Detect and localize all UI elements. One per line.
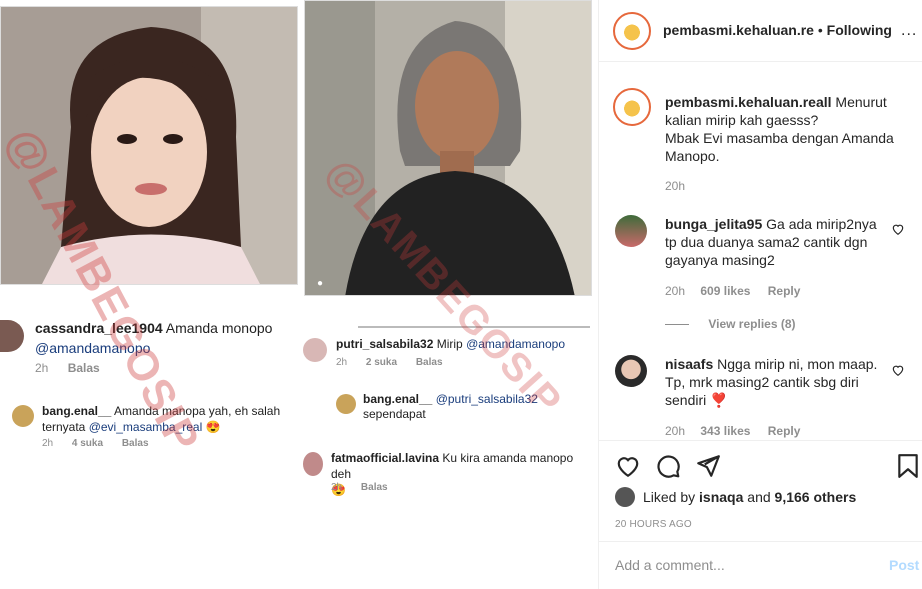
comment-text: Mirip	[436, 337, 463, 351]
author-username[interactable]: pembasmi.kehaluan.re	[663, 22, 814, 38]
comment-reply: Balas	[415, 357, 443, 368]
comment-likes[interactable]: 609 likes	[700, 284, 750, 298]
comment-mention: @amandamanopo	[466, 337, 565, 351]
comment-text-3: sendiri ❣️	[665, 392, 728, 408]
comment-likes: 2 suka	[365, 357, 398, 368]
comment-likes[interactable]: 343 likes	[700, 424, 750, 438]
right-comment-2: bang.enal__ @putri_salsabila32 sependapa…	[363, 392, 538, 422]
comment-item: nisaafs Ngga mirip ni, mon maap. Tp, mrk…	[665, 355, 885, 409]
left-comment-2-meta: 2h 4 suka Balas	[42, 438, 165, 449]
comment-input[interactable]	[615, 557, 855, 573]
caption-text-1: Menurut	[835, 94, 887, 110]
comment-mention: @evi_masamba_real	[88, 420, 203, 434]
comments-list[interactable]: pembasmi.kehaluan.reall Menurut kalian m…	[599, 62, 922, 440]
header-line: pembasmi.kehaluan.re • Following	[663, 22, 892, 38]
comment-likes: 4 suka	[71, 438, 104, 449]
divider-line	[358, 326, 590, 328]
comment-avatar	[12, 405, 34, 427]
left-comment-2: bang.enal__ Amanda manopa yah, eh salah …	[42, 403, 292, 435]
comment-username[interactable]: bunga_jelita95	[665, 216, 762, 232]
comment-username: bang.enal__	[363, 392, 433, 406]
comment-reply: Balas	[360, 482, 388, 493]
comment-time: 2h	[35, 361, 49, 375]
comment-username: cassandra_lee1904	[35, 320, 163, 336]
comment-item: bunga_jelita95 Ga ada mirip2nya tp dua d…	[665, 215, 885, 269]
share-icon[interactable]	[695, 453, 721, 479]
photo-amanda	[0, 6, 298, 285]
reply-button[interactable]: Reply	[768, 284, 801, 298]
comment-reply: Balas	[121, 438, 149, 449]
comment-username[interactable]: nisaafs	[665, 356, 713, 372]
comment-text-2: Tp, mrk masing2 cantik sbg diri	[665, 374, 859, 390]
caption: pembasmi.kehaluan.reall Menurut kalian m…	[665, 93, 915, 165]
comment-text: Amanda monopo	[165, 320, 273, 336]
comment-time: 2h	[331, 482, 343, 493]
comment-text-2: tp dua duanya sama2 cantik dgn	[665, 234, 868, 250]
likes-prefix: Liked by	[643, 489, 696, 505]
post-actions: Liked by isnaqa and 9,166 others 20 HOUR…	[599, 440, 922, 541]
caption-time[interactable]: 20h	[665, 179, 685, 193]
user-tag-icon[interactable]: ●	[317, 279, 327, 289]
commenter-avatar[interactable]	[615, 215, 647, 247]
add-comment-bar: Post	[599, 541, 922, 589]
author-avatar[interactable]	[613, 12, 651, 50]
comment-meta: 20h 343 likes Reply	[665, 424, 800, 438]
comment-avatar	[0, 320, 24, 352]
comment-username: putri_salsabila32	[336, 337, 434, 351]
post-sidebar: pembasmi.kehaluan.re • Following ... pem…	[598, 0, 922, 589]
view-replies-line	[665, 324, 689, 326]
liker-username[interactable]: isnaqa	[699, 489, 743, 505]
instagram-post-view: ● cassandra_lee1904 Amanda monopo @amand…	[0, 0, 922, 589]
likes-and: and	[747, 489, 771, 505]
heart-icon[interactable]	[615, 453, 641, 479]
comment-meta: 20h 609 likes Reply	[665, 284, 800, 298]
likes-others[interactable]: 9,166 others	[775, 489, 857, 505]
commenter-avatar[interactable]	[615, 355, 647, 387]
right-comment-1: putri_salsabila32 Mirip @amandamanopo	[336, 336, 565, 352]
comment-text-1: Ga ada mirip2nya	[766, 216, 877, 232]
caption-text-3: Mbak Evi masamba dengan Amanda	[665, 130, 894, 146]
caption-avatar[interactable]	[613, 88, 651, 126]
bookmark-icon[interactable]	[895, 453, 921, 479]
comment-mention: @amandamanopo	[35, 340, 151, 356]
comment-avatar	[303, 338, 327, 362]
caption-text-4: Manopo.	[665, 148, 720, 164]
comment-reply: Balas	[67, 361, 100, 375]
header-separator: •	[817, 22, 823, 38]
comment-icon[interactable]	[655, 453, 681, 479]
post-button[interactable]: Post	[889, 557, 919, 573]
liker-avatar	[615, 487, 635, 507]
comment-time: 2h	[336, 357, 348, 368]
comment-time[interactable]: 20h	[665, 284, 685, 298]
more-options-icon[interactable]: ...	[901, 22, 917, 40]
comment-username: bang.enal__	[42, 404, 112, 418]
comment-emoji: 😍	[205, 420, 221, 434]
comment-text-3: gayanya masing2	[665, 252, 775, 268]
right-comment-1-meta: 2h 2 suka Balas	[336, 357, 459, 368]
photo-evi: ●	[304, 0, 592, 296]
comment-avatar	[336, 394, 356, 414]
comment-time: 2h	[42, 438, 54, 449]
post-timestamp[interactable]: 20 HOURS AGO	[615, 519, 692, 530]
view-replies-button[interactable]: View replies (8)	[665, 317, 796, 331]
left-comment-1: cassandra_lee1904 Amanda monopo @amandam…	[35, 318, 300, 358]
caption-username[interactable]: pembasmi.kehaluan.reall	[665, 94, 832, 110]
left-comment-1-meta: 2h Balas	[35, 361, 116, 375]
view-replies-label: View replies (8)	[708, 317, 796, 331]
following-button[interactable]: Following	[827, 22, 892, 38]
comment-like-icon[interactable]	[891, 222, 905, 236]
comment-text-1: Ngga mirip ni, mon maap.	[717, 356, 878, 372]
post-header: pembasmi.kehaluan.re • Following ...	[599, 0, 922, 62]
comment-mention: @putri_salsabila32	[435, 392, 538, 406]
comment-text: sependapat	[363, 407, 426, 421]
post-image[interactable]: ● cassandra_lee1904 Amanda monopo @amand…	[0, 0, 598, 589]
right-comment-3-meta: 2h Balas	[331, 482, 404, 493]
caption-text-2: kalian mirip kah gaesss?	[665, 112, 819, 128]
reply-button[interactable]: Reply	[768, 424, 801, 438]
comment-like-icon[interactable]	[891, 363, 905, 377]
comment-time[interactable]: 20h	[665, 424, 685, 438]
comment-avatar	[303, 452, 323, 476]
comment-username: fatmaofficial.lavina	[331, 451, 440, 465]
likes-text: Liked by isnaqa and 9,166 others	[643, 489, 856, 505]
